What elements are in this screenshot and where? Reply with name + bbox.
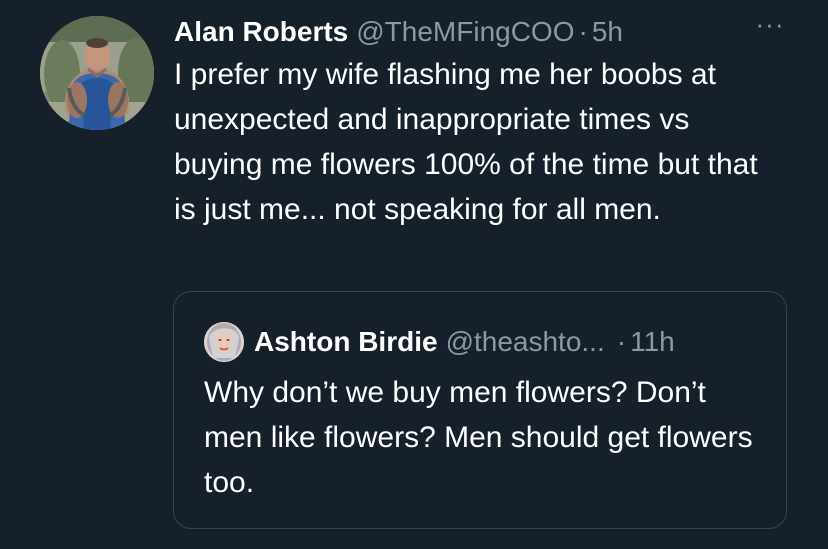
tweet-time[interactable]: 5h xyxy=(592,12,623,52)
quoted-avatar[interactable] xyxy=(204,322,244,362)
quoted-tweet-time[interactable]: 11h xyxy=(630,323,675,361)
display-name[interactable]: Alan Roberts xyxy=(174,12,348,52)
quoted-display-name[interactable]: Ashton Birdie xyxy=(254,323,438,361)
tweet-header: Alan Roberts @TheMFingCOO · 5h xyxy=(174,12,794,52)
tweet-text: I prefer my wife flashing me her boobs a… xyxy=(174,58,758,226)
separator-dot: · xyxy=(578,16,588,47)
quoted-tweet-card[interactable]: Ashton Birdie @theashto... · 11h Why don… xyxy=(173,291,787,529)
top-cutoff-line: · · · · xyxy=(90,0,210,2)
quoted-separator-dot: · xyxy=(616,326,627,357)
quoted-tweet-text: Why don’t we buy men flowers? Don’t men … xyxy=(204,376,753,499)
quoted-user-handle[interactable]: @theashto... xyxy=(446,323,605,361)
quoted-avatar-graphic xyxy=(204,322,244,362)
profile-photo-graphic xyxy=(40,16,154,130)
user-handle[interactable]: @TheMFingCOO xyxy=(356,12,574,52)
quoted-tweet-header: Ashton Birdie @theashto... · 11h xyxy=(204,322,675,362)
tweet[interactable]: Alan Roberts @TheMFingCOO · 5h ··· I pre… xyxy=(174,9,794,232)
avatar[interactable] xyxy=(40,16,154,130)
more-horizontal-icon[interactable]: ··· xyxy=(750,4,790,44)
